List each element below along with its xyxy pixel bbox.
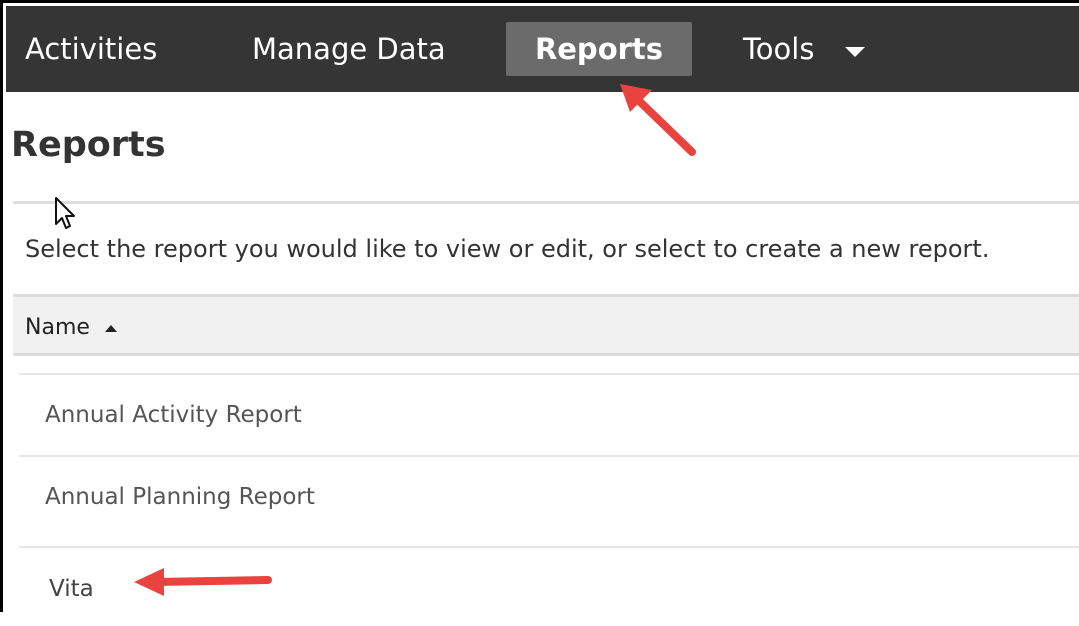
- sort-ascending-icon[interactable]: [105, 325, 117, 332]
- top-nav: Activities Manage Data Reports Tools: [6, 6, 1079, 92]
- caret-down-icon[interactable]: [845, 47, 865, 57]
- divider: [13, 201, 1079, 204]
- app-window: Activities Manage Data Reports Tools Rep…: [0, 0, 1079, 612]
- nav-manage-data[interactable]: Manage Data: [252, 6, 446, 92]
- mouse-cursor-icon: [55, 197, 75, 229]
- annotation-arrow: [134, 568, 272, 596]
- nav-reports[interactable]: Reports: [506, 22, 692, 76]
- nav-reports-label: Reports: [534, 32, 664, 66]
- annotation-arrow: [620, 84, 696, 156]
- page-title: Reports: [11, 125, 166, 165]
- table-row[interactable]: Annual Planning Report: [19, 455, 1079, 535]
- nav-tools[interactable]: Tools: [743, 6, 814, 92]
- nav-activities[interactable]: Activities: [25, 6, 157, 92]
- report-link[interactable]: Annual Activity Report: [45, 402, 302, 428]
- table-header: Name: [13, 294, 1079, 356]
- column-name-header[interactable]: Name: [25, 315, 90, 340]
- report-link[interactable]: Vita: [49, 576, 94, 602]
- table-row[interactable]: Annual Activity Report: [19, 373, 1079, 453]
- page-description: Select the report you would like to view…: [25, 235, 990, 263]
- report-link[interactable]: Annual Planning Report: [45, 484, 315, 510]
